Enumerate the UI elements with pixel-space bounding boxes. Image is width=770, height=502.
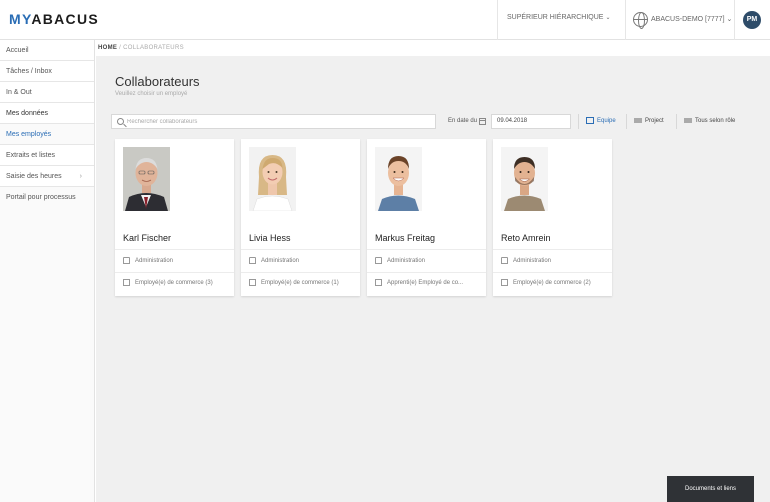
employee-card[interactable]: Markus Freitag Administration Apprenti(e… bbox=[367, 139, 486, 296]
employee-job: Employé(e) de commerce (1) bbox=[249, 279, 357, 286]
sidebar: Accueil Tâches / Inbox In & Out Mes donn… bbox=[0, 40, 95, 502]
employee-department: Administration bbox=[501, 257, 609, 264]
employee-card[interactable]: Livia Hess Administration Employé(e) de … bbox=[241, 139, 360, 296]
divider bbox=[493, 249, 612, 250]
divider bbox=[578, 114, 579, 129]
divider bbox=[241, 272, 360, 273]
employee-photo bbox=[375, 147, 422, 211]
employee-name: Markus Freitag bbox=[375, 233, 436, 243]
divider bbox=[367, 272, 486, 273]
id-card-icon bbox=[375, 279, 382, 286]
mandant-selector[interactable]: ABACUS-DEMO [7777] ⌄ bbox=[651, 15, 732, 23]
employee-name: Livia Hess bbox=[249, 233, 291, 243]
breadcrumb-home[interactable]: HOME bbox=[98, 45, 117, 51]
divider bbox=[367, 249, 486, 250]
role-selector[interactable]: SUPÉRIEUR HIÉRARCHIQUE ⌄ bbox=[507, 14, 611, 21]
employee-department: Administration bbox=[249, 257, 357, 264]
sidebar-item-extraits[interactable]: Extraits et listes bbox=[0, 145, 94, 166]
home-icon bbox=[249, 257, 256, 264]
sidebar-item-portail[interactable]: Portail pour processus bbox=[0, 187, 94, 208]
breadcrumb: HOME / COLLABORATEURS bbox=[98, 40, 184, 56]
search-icon bbox=[117, 118, 124, 125]
employee-job: Apprenti(e) Employé de co... bbox=[375, 279, 483, 286]
divider bbox=[115, 272, 234, 273]
view-equipe-button[interactable]: Equipe bbox=[586, 114, 616, 129]
employee-job: Employé(e) de commerce (2) bbox=[501, 279, 609, 286]
employee-photo bbox=[501, 147, 548, 211]
top-bar: MYABACUS SUPÉRIEUR HIÉRARCHIQUE ⌄ ABACUS-… bbox=[0, 0, 770, 40]
list-icon bbox=[634, 117, 642, 123]
date-label: En date du bbox=[448, 118, 478, 124]
employee-name: Reto Amrein bbox=[501, 233, 551, 243]
org-chart-icon bbox=[586, 116, 594, 124]
employee-department: Administration bbox=[123, 257, 231, 264]
list-icon bbox=[684, 117, 692, 123]
user-avatar[interactable]: PM bbox=[743, 11, 761, 29]
search-box bbox=[111, 114, 436, 129]
employee-name: Karl Fischer bbox=[123, 233, 172, 243]
divider bbox=[626, 114, 627, 129]
employee-card[interactable]: Reto Amrein Administration Employé(e) de… bbox=[493, 139, 612, 296]
globe-icon bbox=[633, 12, 648, 29]
divider bbox=[115, 249, 234, 250]
divider bbox=[241, 249, 360, 250]
divider bbox=[676, 114, 677, 129]
logo[interactable]: MYABACUS bbox=[9, 11, 99, 27]
employee-card[interactable]: Karl Fischer Administration Employé(e) d… bbox=[115, 139, 234, 296]
date-field[interactable]: 09.04.2018 bbox=[491, 114, 571, 129]
id-card-icon bbox=[123, 279, 130, 286]
breadcrumb-current: COLLABORATEURS bbox=[123, 45, 184, 51]
home-icon bbox=[123, 257, 130, 264]
sidebar-item-taches[interactable]: Tâches / Inbox bbox=[0, 61, 94, 82]
divider bbox=[497, 0, 498, 40]
home-icon bbox=[375, 257, 382, 264]
home-icon bbox=[501, 257, 508, 264]
sidebar-item-saisie-heures[interactable]: Saisie des heures › bbox=[0, 166, 94, 187]
divider bbox=[734, 0, 735, 40]
page-subtitle: Veuillez choisir un employé bbox=[115, 91, 188, 97]
calendar-icon[interactable] bbox=[479, 118, 486, 125]
chevron-right-icon: › bbox=[79, 173, 82, 180]
divider bbox=[493, 272, 612, 273]
sidebar-item-mes-employes[interactable]: Mes employés bbox=[0, 124, 94, 145]
main-content: Collaborateurs Veuillez choisir un emplo… bbox=[96, 56, 770, 502]
id-card-icon bbox=[501, 279, 508, 286]
view-roles-button[interactable]: Tous selon rôle bbox=[684, 114, 735, 129]
employee-photo bbox=[123, 147, 170, 211]
employee-photo bbox=[249, 147, 296, 211]
sidebar-item-in-out[interactable]: In & Out bbox=[0, 82, 94, 103]
id-card-icon bbox=[249, 279, 256, 286]
sidebar-item-mes-donnees[interactable]: Mes données bbox=[0, 103, 94, 124]
page-title: Collaborateurs bbox=[115, 74, 200, 89]
divider bbox=[625, 0, 626, 40]
employee-department: Administration bbox=[375, 257, 483, 264]
view-project-button[interactable]: Project bbox=[634, 114, 664, 129]
sidebar-item-accueil[interactable]: Accueil bbox=[0, 40, 94, 61]
employee-job: Employé(e) de commerce (3) bbox=[123, 279, 231, 286]
documents-links-button[interactable]: Documents et liens bbox=[667, 476, 754, 502]
search-input[interactable] bbox=[127, 117, 427, 127]
